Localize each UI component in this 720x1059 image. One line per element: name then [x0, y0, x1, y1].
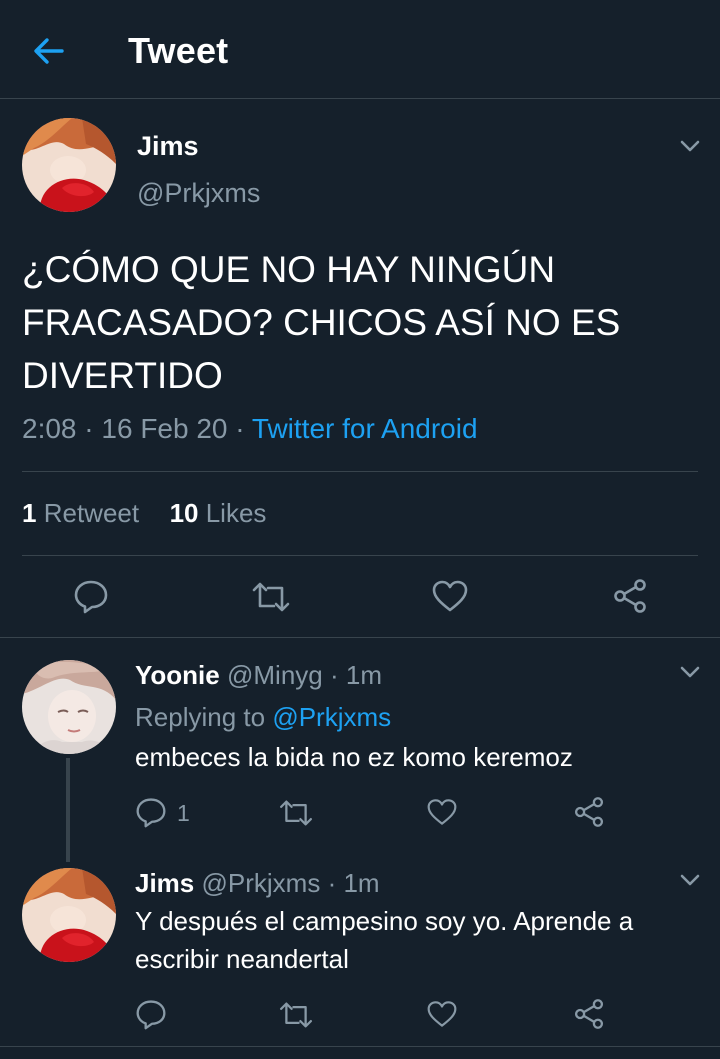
separator: · — [329, 660, 339, 690]
separator: · — [235, 413, 245, 444]
retweet-icon — [279, 1002, 313, 1028]
like-icon — [432, 580, 468, 612]
author-handle[interactable]: @Prkjxms — [137, 178, 260, 209]
share-icon — [574, 999, 604, 1029]
chevron-down-icon[interactable] — [678, 872, 702, 888]
divider — [0, 637, 720, 638]
tweet-meta: 2:08 · 16 Feb 20 · Twitter for Android — [22, 413, 478, 445]
share-icon — [614, 579, 646, 613]
avatar[interactable] — [22, 118, 116, 212]
like-button[interactable] — [427, 1000, 457, 1028]
like-count: 10 — [169, 498, 199, 528]
chevron-down-icon[interactable] — [678, 138, 702, 154]
reply-count: 1 — [177, 800, 190, 826]
retweet-button[interactable] — [278, 1001, 314, 1029]
tweet-date: 16 Feb 20 — [101, 413, 228, 444]
like-icon — [427, 1001, 457, 1027]
thread-connector — [66, 758, 70, 862]
back-arrow-icon[interactable] — [30, 32, 68, 70]
retweet-icon — [252, 582, 290, 612]
share-button[interactable] — [612, 578, 648, 614]
like-icon — [427, 799, 457, 825]
like-button[interactable] — [427, 798, 457, 826]
likes-stat[interactable]: 10 Likes — [170, 498, 267, 528]
replying-to: Replying to @Prkjxms — [135, 702, 391, 733]
author-name[interactable]: Yoonie — [135, 660, 220, 690]
author-name[interactable]: Jims — [137, 131, 199, 162]
separator: · — [84, 413, 94, 444]
avatar[interactable] — [22, 868, 116, 962]
retweet-icon — [279, 800, 313, 826]
tweet-text: ¿CÓMO QUE NO HAY NINGÚN FRACASADO? CHICO… — [22, 249, 621, 396]
share-button[interactable] — [573, 998, 605, 1030]
reply-button[interactable]: 1 — [135, 796, 190, 828]
separator: · — [327, 868, 337, 898]
divider — [22, 555, 698, 556]
author-name[interactable]: Jims — [135, 868, 194, 898]
reply-text: embeces la bida no ez komo keremoz — [135, 742, 573, 772]
reply-header: Yoonie @Minyg · 1m — [135, 660, 382, 691]
divider — [0, 1046, 720, 1047]
reply-icon — [74, 580, 108, 614]
author-handle[interactable]: @Minyg — [227, 660, 323, 690]
page-title: Tweet — [128, 30, 229, 71]
top-bar: Tweet — [0, 0, 720, 99]
reply-time: 1m — [343, 868, 380, 898]
author-handle[interactable]: @Prkjxms — [202, 868, 321, 898]
replying-prefix: Replying to — [135, 702, 266, 732]
reply-text: Y después el campesino soy yo. Aprende a… — [135, 906, 634, 974]
reply-button[interactable] — [135, 998, 167, 1030]
share-button[interactable] — [573, 796, 605, 828]
like-label: Likes — [205, 498, 267, 528]
mention-link[interactable]: @Prkjxms — [272, 702, 391, 732]
share-icon — [574, 797, 604, 827]
tweet-stats: 1 Retweet 10 Likes — [22, 498, 266, 529]
tweet-time: 2:08 — [22, 413, 77, 444]
reply-header: Jims @Prkjxms · 1m — [135, 868, 380, 899]
reply-icon — [136, 798, 166, 828]
retweet-button[interactable] — [278, 799, 314, 827]
divider — [22, 471, 698, 472]
retweet-count: 1 — [22, 498, 37, 528]
chevron-down-icon[interactable] — [678, 664, 702, 680]
retweet-button[interactable] — [251, 581, 291, 613]
avatar[interactable] — [22, 660, 116, 754]
retweets-stat[interactable]: 1 Retweet — [22, 498, 139, 528]
reply-time: 1m — [345, 660, 382, 690]
tweet-source-link[interactable]: Twitter for Android — [252, 413, 478, 444]
like-button[interactable] — [432, 580, 468, 612]
reply-button[interactable] — [73, 578, 109, 614]
retweet-label: Retweet — [43, 498, 140, 528]
reply-icon — [136, 1000, 166, 1030]
